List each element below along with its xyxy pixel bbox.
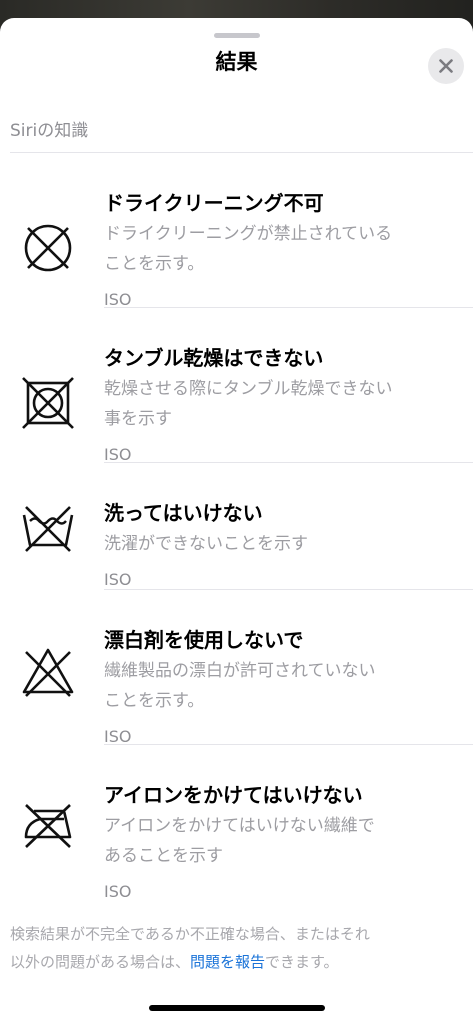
result-item[interactable]: タンブル乾燥はできない 乾燥させる際にタンブル乾燥できない 事を示す ISO <box>0 308 473 464</box>
result-item[interactable]: 洗ってはいけない 洗濯ができないことを示す ISO <box>0 463 473 590</box>
footer-line-1: 検索結果が不完全であるか不正確な場合、またはそれ <box>10 925 370 943</box>
report-problem-link[interactable]: 問題を報告 <box>190 953 265 971</box>
no-iron-icon <box>24 804 72 848</box>
result-description: 繊維製品の漂白が許可されていない ことを示す。 <box>104 661 376 711</box>
no-tumble-dry-icon <box>22 377 74 429</box>
no-dry-clean-icon <box>24 224 72 272</box>
footer-line-2: 以外の問題がある場合は、問題を報告できます。 <box>10 953 339 971</box>
result-description: ドライクリーニングが禁止されている ことを示す。 <box>104 224 393 274</box>
results-sheet: 結果 Siriの知識 ドライクリーニング不可 ドライクリーニングが禁止されている… <box>0 18 473 1024</box>
results-list: ドライクリーニング不可 ドライクリーニングが禁止されている ことを示す。 ISO… <box>0 153 473 901</box>
do-not-wash-icon <box>22 506 74 552</box>
result-title: タンブル乾燥はできない <box>104 346 324 370</box>
result-title: 漂白剤を使用しないで <box>104 628 304 652</box>
no-bleach-icon <box>22 648 74 697</box>
sheet-grabber[interactable] <box>214 33 260 38</box>
result-title: アイロンをかけてはいけない <box>104 783 363 807</box>
result-description: アイロンをかけてはいけない繊維で あることを示す <box>104 816 375 866</box>
section-label: Siriの知識 <box>10 121 89 141</box>
footer-note: 検索結果が不完全であるか不正確な場合、またはそれ 以外の問題がある場合は、問題を… <box>10 920 455 976</box>
result-item[interactable]: アイロンをかけてはいけない アイロンをかけてはいけない繊維で あることを示す I… <box>0 745 473 901</box>
home-indicator[interactable] <box>149 1005 325 1011</box>
result-item[interactable]: 漂白剤を使用しないで 繊維製品の漂白が許可されていない ことを示す。 ISO <box>0 590 473 746</box>
result-item[interactable]: ドライクリーニング不可 ドライクリーニングが禁止されている ことを示す。 ISO <box>0 153 473 309</box>
close-button[interactable] <box>428 48 464 84</box>
result-description: 洗濯ができないことを示す <box>104 534 308 554</box>
close-icon <box>439 59 453 73</box>
result-title: ドライクリーニング不可 <box>104 191 324 215</box>
result-title: 洗ってはいけない <box>104 501 263 525</box>
sheet-title: 結果 <box>215 50 258 74</box>
result-description: 乾燥させる際にタンブル乾燥できない 事を示す <box>104 379 393 429</box>
result-source: ISO <box>104 882 132 901</box>
